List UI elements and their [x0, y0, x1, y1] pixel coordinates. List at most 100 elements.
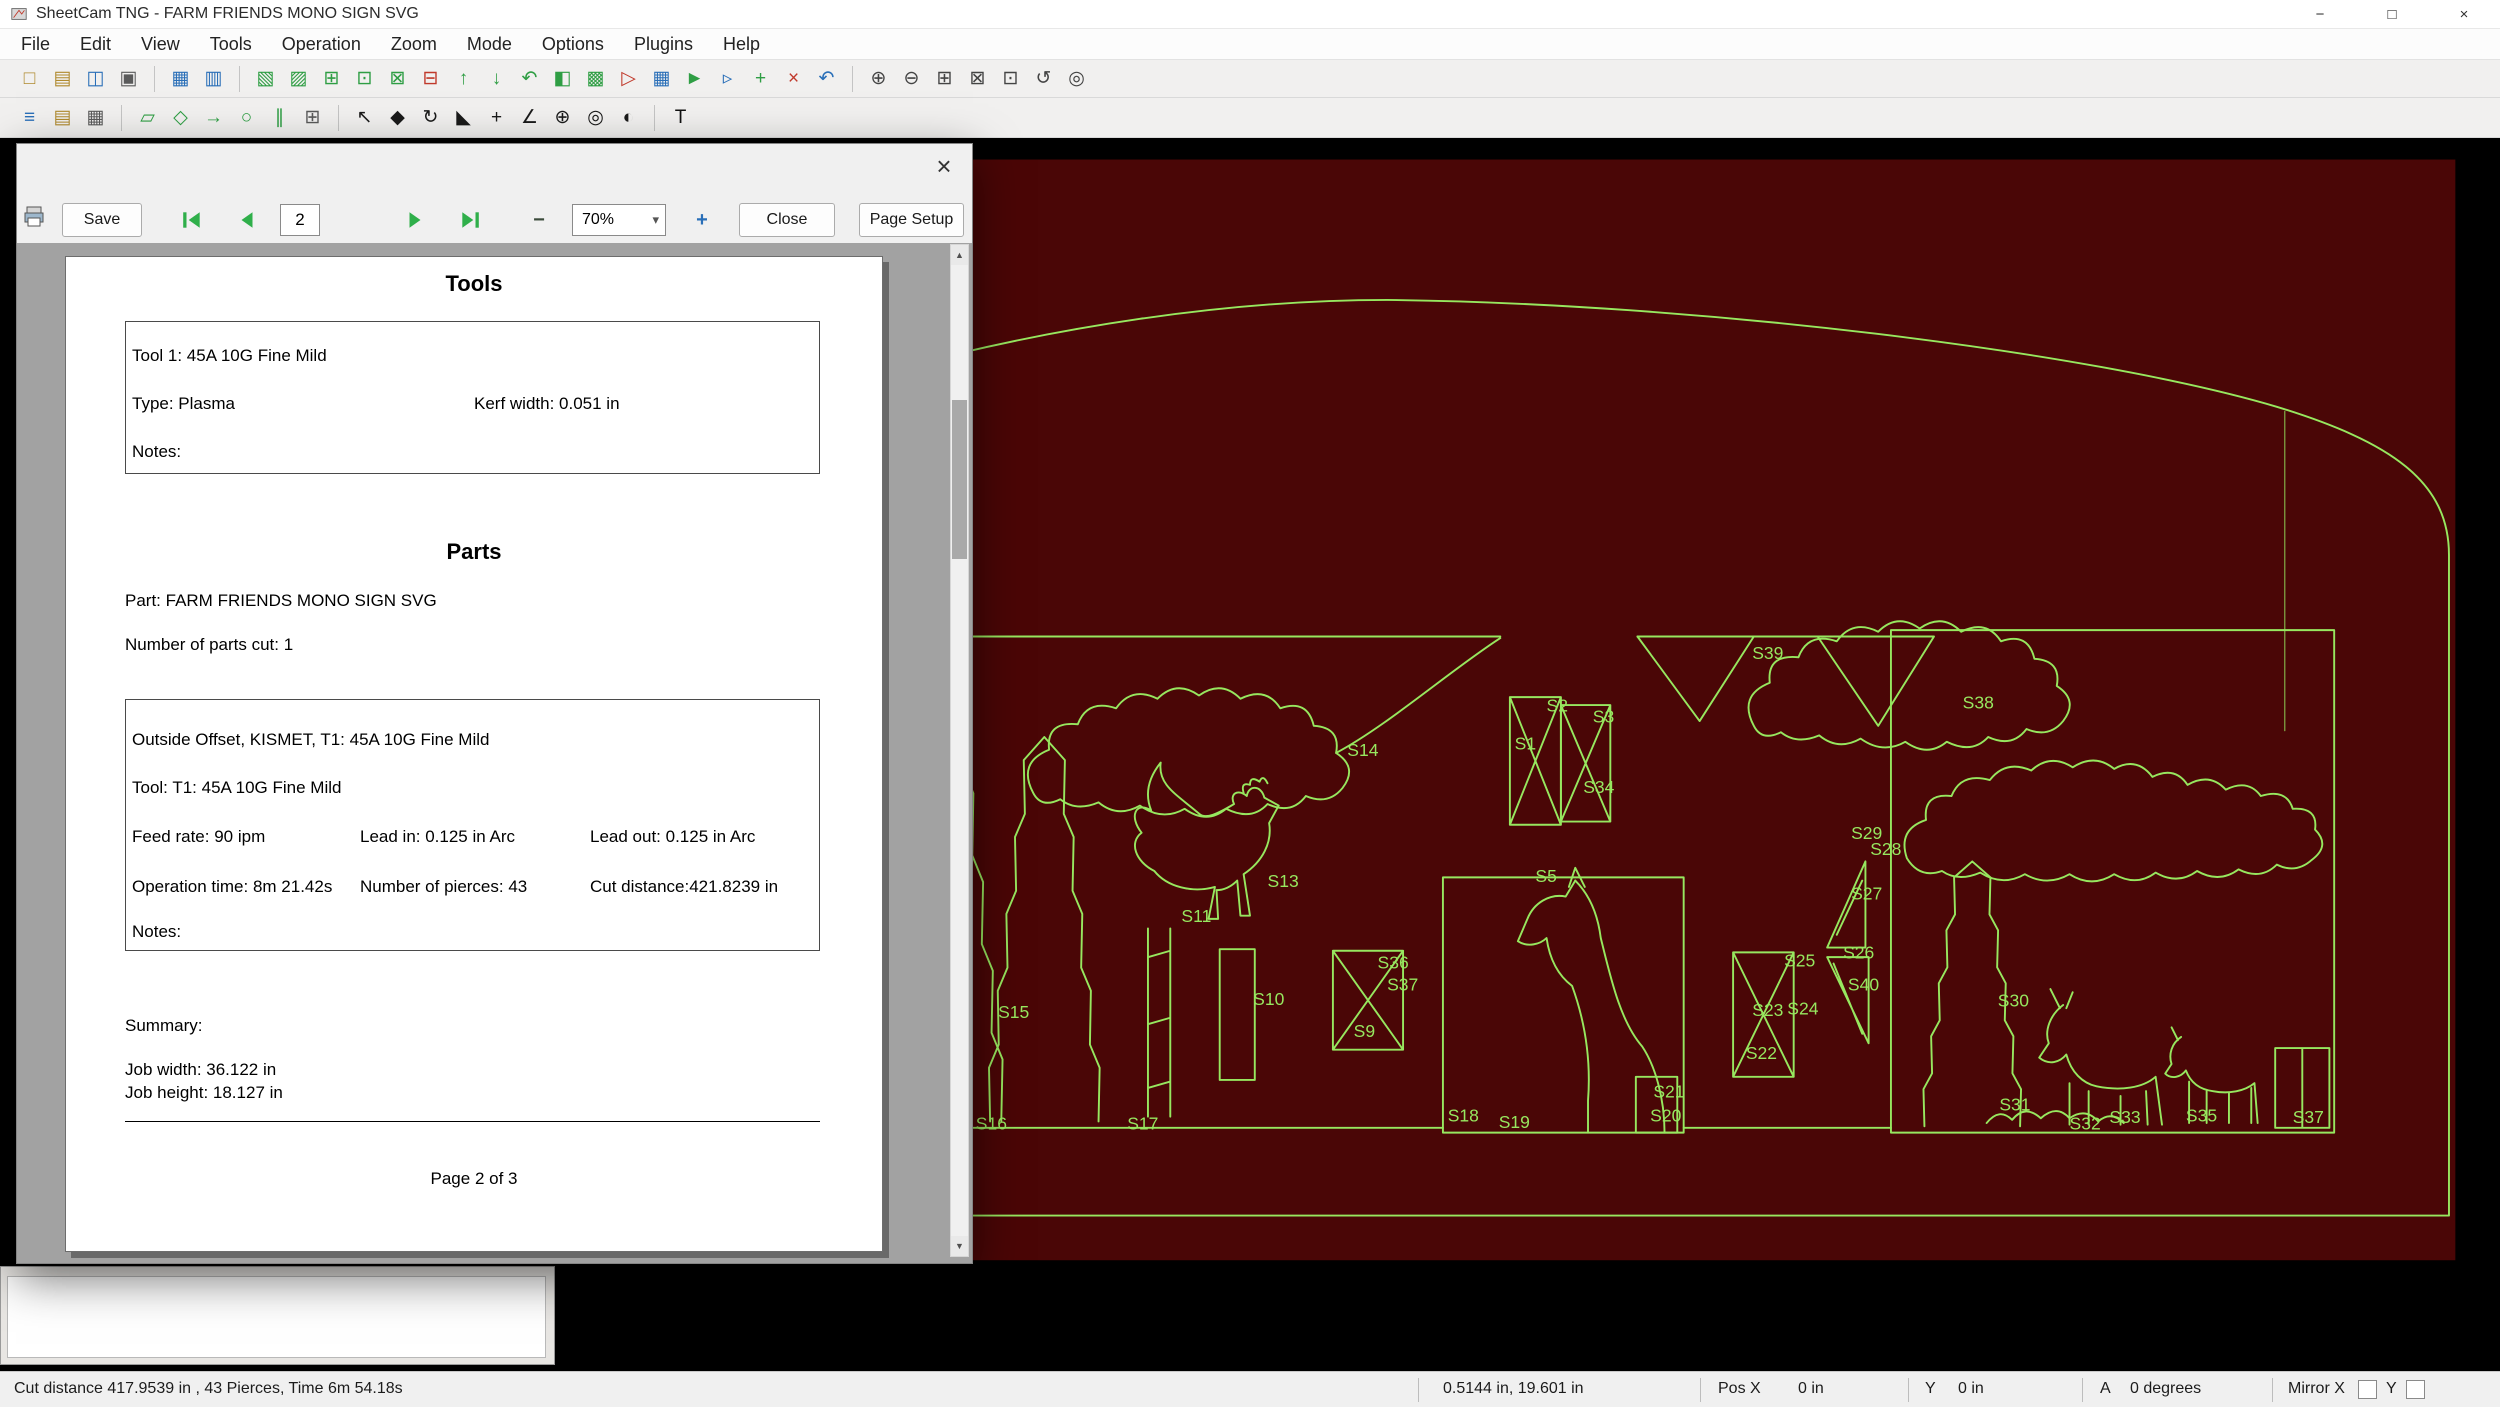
job-options-icon[interactable]: ≡	[14, 102, 45, 133]
set-origin-mode-icon[interactable]: ⊕	[547, 102, 578, 133]
tool-table-icon[interactable]: ▦	[80, 102, 111, 133]
toolbar-separator	[852, 65, 853, 92]
part-label-s21: S21	[1653, 1082, 1684, 1102]
material-settings-icon[interactable]: ▤	[47, 102, 78, 133]
part-label-s1: S1	[1515, 734, 1536, 754]
move-part-down-icon[interactable]: ↓	[481, 63, 512, 94]
scale-mode-icon[interactable]: ◣	[448, 102, 479, 133]
snap-mode-icon[interactable]: ◎	[580, 102, 611, 133]
part-label-s23: S23	[1752, 1000, 1783, 1020]
close-icon[interactable]: ×	[2428, 0, 2500, 29]
print-icon[interactable]	[19, 202, 49, 232]
part-label-s37: S37	[2293, 1107, 2324, 1127]
mirror-part-icon[interactable]: ◧	[547, 63, 578, 94]
edit-contours-mode-icon[interactable]: ◆	[382, 102, 413, 133]
show-kerf-icon[interactable]: ∥	[264, 102, 295, 133]
parts-heading: Parts	[446, 539, 502, 564]
dialog-close-icon[interactable]: ×	[928, 150, 960, 182]
measure-mode-icon[interactable]: ∠	[514, 102, 545, 133]
mirror-y-checkbox[interactable]	[2406, 1380, 2425, 1399]
save-job-icon[interactable]: ◫	[80, 63, 111, 94]
scroll-up-icon[interactable]: ▲	[951, 245, 968, 265]
part-list-icon[interactable]: ▦	[165, 63, 196, 94]
first-page-icon[interactable]	[177, 205, 207, 235]
minimize-icon[interactable]: −	[2284, 0, 2356, 29]
undo-icon[interactable]: ↶	[811, 63, 842, 94]
show-grid-icon[interactable]: ⊞	[297, 102, 328, 133]
operations-list-icon[interactable]: ▦	[646, 63, 677, 94]
zoom-previous-icon[interactable]: ↺	[1028, 63, 1059, 94]
menu-options[interactable]: Options	[527, 29, 619, 60]
page-setup-button[interactable]: Page Setup	[859, 203, 964, 237]
add-part-icon[interactable]: ⊞	[316, 63, 347, 94]
zoom-out-icon[interactable]: −	[524, 206, 554, 234]
menu-operation[interactable]: Operation	[267, 29, 376, 60]
check-contours-icon[interactable]: ▷	[613, 63, 644, 94]
simulate-icon[interactable]: ▹	[712, 63, 743, 94]
nest-parts-icon[interactable]: ▩	[580, 63, 611, 94]
show-toolpaths-icon[interactable]: ▱	[132, 102, 163, 133]
zoom-level-select[interactable]: 70% ▾	[572, 204, 666, 236]
menu-edit[interactable]: Edit	[65, 29, 126, 60]
duplicate-part-icon[interactable]: ⊠	[382, 63, 413, 94]
close-button[interactable]: Close	[739, 203, 835, 237]
menu-plugins[interactable]: Plugins	[619, 29, 708, 60]
operation-time: Operation time: 8m 21.42s	[132, 877, 333, 896]
mirror-mode-icon[interactable]: ◐	[613, 102, 644, 133]
show-cut-direction-icon[interactable]: →	[198, 102, 229, 133]
run-post-processor-icon[interactable]: ►	[679, 63, 710, 94]
import-drawing-icon[interactable]: ▧	[250, 63, 281, 94]
zoom-in-icon[interactable]: ⊕	[863, 63, 894, 94]
scroll-thumb[interactable]	[952, 400, 967, 559]
menu-help[interactable]: Help	[708, 29, 775, 60]
move-part-up-icon[interactable]: ↑	[448, 63, 479, 94]
save-button[interactable]: Save	[62, 203, 142, 237]
print-icon[interactable]: ▣	[113, 63, 144, 94]
preview-scrollbar[interactable]: ▲ ▼	[950, 244, 969, 1257]
part-label-s28: S28	[1870, 839, 1901, 859]
part-label-s34: S34	[1583, 777, 1614, 797]
zoom-part-icon[interactable]: ⊡	[995, 63, 1026, 94]
rotate-mode-icon[interactable]: ↻	[415, 102, 446, 133]
menu-file[interactable]: File	[6, 29, 65, 60]
new-job-icon[interactable]: □	[14, 63, 45, 94]
zoom-window-icon[interactable]: ⊞	[929, 63, 960, 94]
kerf-width-line: Kerf width: 0.051 in	[474, 394, 620, 413]
zoom-in-icon[interactable]: +	[687, 206, 717, 234]
show-start-points-icon[interactable]: ○	[231, 102, 262, 133]
status-cut-summary: Cut distance 417.9539 in , 43 Pierces, T…	[14, 1380, 403, 1397]
show-rapids-icon[interactable]: ◇	[165, 102, 196, 133]
open-job-icon[interactable]: ▤	[47, 63, 78, 94]
mirror-x-checkbox[interactable]	[2358, 1380, 2377, 1399]
remove-part-icon[interactable]: ⊟	[415, 63, 446, 94]
select-mode-icon[interactable]: ↖	[349, 102, 380, 133]
edit-part-icon[interactable]: ⊡	[349, 63, 380, 94]
zoom-extents-icon[interactable]: ⊠	[962, 63, 993, 94]
add-operation-icon[interactable]: +	[745, 63, 776, 94]
move-mode-icon[interactable]: +	[481, 102, 512, 133]
previous-page-icon[interactable]	[232, 205, 262, 235]
job-report-icon[interactable]: ▥	[198, 63, 229, 94]
zoom-out-icon[interactable]: ⊖	[896, 63, 927, 94]
menu-mode[interactable]: Mode	[452, 29, 527, 60]
status-divider	[1700, 1378, 1701, 1402]
print-preview-dialog: × Save 2 − 70% ▾ + Close Page Setup Tool…	[16, 143, 973, 1264]
next-page-icon[interactable]	[400, 205, 430, 235]
scroll-down-icon[interactable]: ▼	[951, 1236, 968, 1256]
pan-icon[interactable]: ◎	[1061, 63, 1092, 94]
text-mode-icon[interactable]: T	[665, 102, 696, 133]
rotate-part-icon[interactable]: ↶	[514, 63, 545, 94]
menu-tools[interactable]: Tools	[195, 29, 267, 60]
export-drawing-icon[interactable]: ▨	[283, 63, 314, 94]
part-label-s27: S27	[1851, 884, 1882, 904]
last-page-icon[interactable]	[455, 205, 485, 235]
part-label-s5: S5	[1535, 866, 1557, 886]
menu-view[interactable]: View	[126, 29, 195, 60]
delete-operations-icon[interactable]: ×	[778, 63, 809, 94]
pierce-count: Number of pierces: 43	[360, 877, 528, 896]
maximize-icon[interactable]: □	[2356, 0, 2428, 29]
menu-zoom[interactable]: Zoom	[376, 29, 452, 60]
job-height: Job height: 18.127 in	[125, 1083, 283, 1102]
part-label-s3: S3	[1593, 707, 1614, 727]
page-number-input[interactable]: 2	[280, 204, 320, 236]
